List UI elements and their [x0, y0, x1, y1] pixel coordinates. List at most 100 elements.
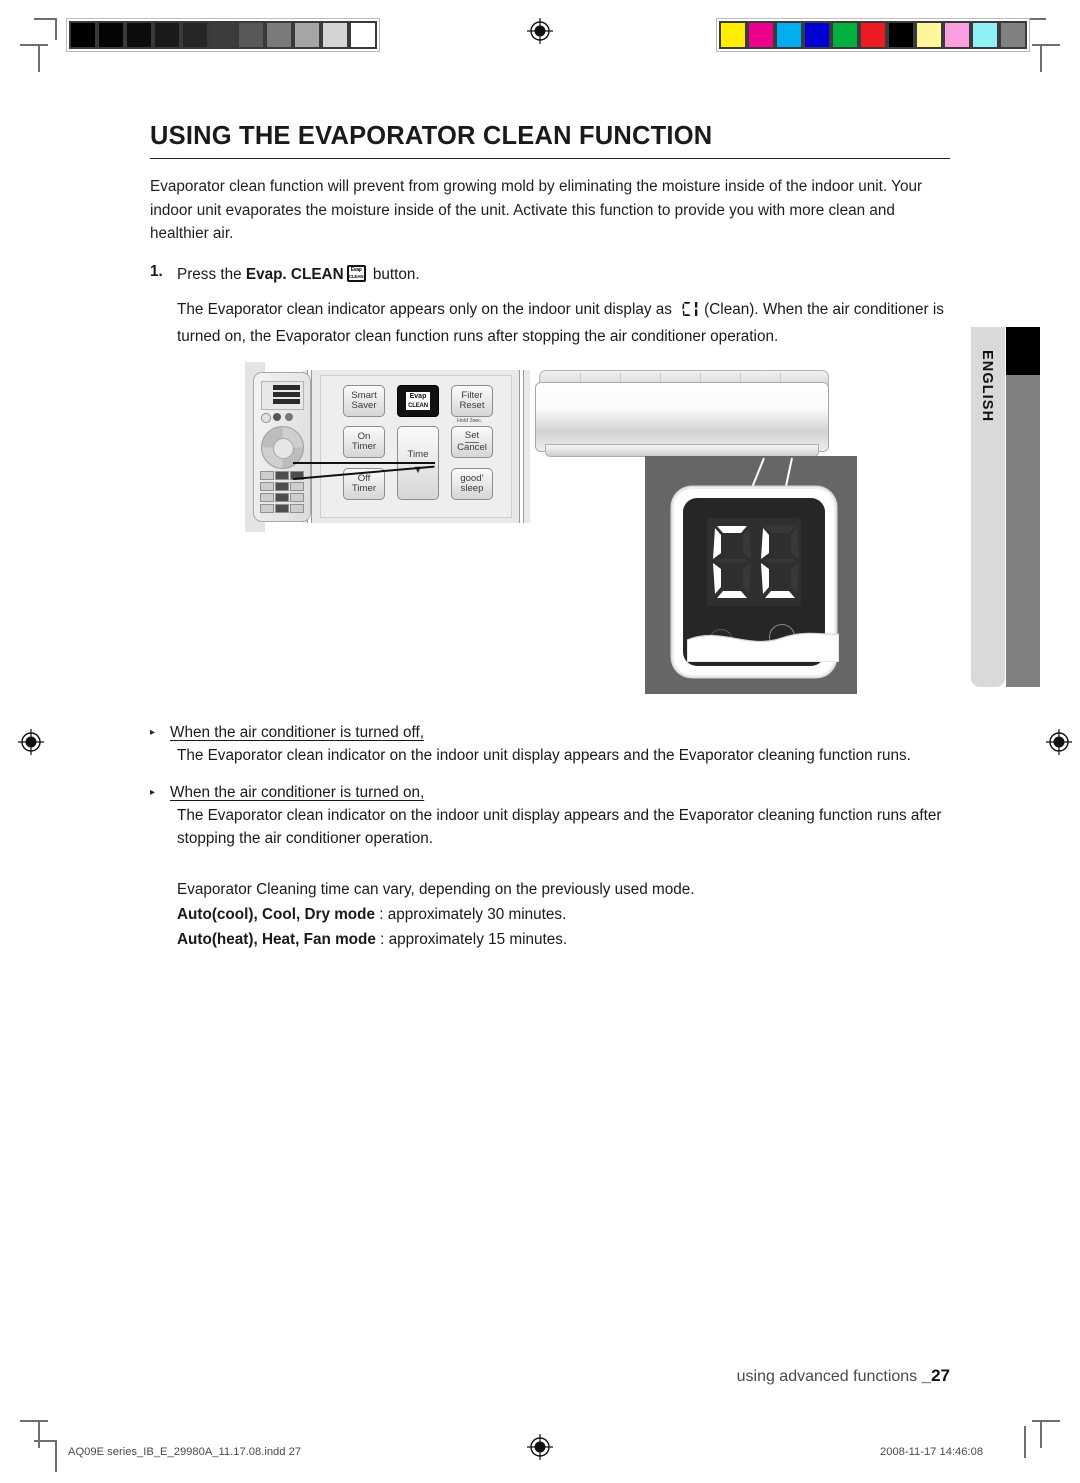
intro-paragraph: Evaporator clean function will prevent f… [150, 178, 923, 242]
remote-control-body [253, 372, 311, 522]
gray-swatch-0 [69, 21, 97, 49]
button-good-sleep[interactable]: good’ sleep [451, 468, 493, 500]
button-filter-reset-line2: Reset [459, 400, 485, 411]
bullet-1-head: ▸ When the air conditioner is turned off… [150, 722, 950, 744]
button-time-line1: Time [407, 449, 429, 461]
gray-swatch-7 [265, 21, 293, 49]
registration-mark-top [525, 16, 555, 46]
hold-3sec-note: Hold 3sec. [457, 418, 483, 424]
crop-mark-tl2-v [38, 44, 40, 72]
footer-section-label: using advanced functions [736, 1368, 922, 1385]
illustration-group: Smart Saver Evap CLEAN Filter Reset Hold… [245, 362, 965, 702]
color-swatch-0 [719, 21, 747, 49]
evap-clean-key-top: Evap [348, 266, 364, 274]
language-tab-label: ENGLISH [979, 350, 995, 423]
color-control-bar [716, 18, 1030, 52]
imprint-timestamp: 2008-11-17 14:46:08 [880, 1446, 984, 1458]
imprint-file-name: AQ09E series_IB_E_29980A_11.17.08.indd 2… [68, 1446, 302, 1458]
step-1: 1. Press the Evap. CLEAN Evap CLEAN button… [150, 263, 950, 287]
gray-swatch-9 [321, 21, 349, 49]
indoor-unit-illustration [527, 362, 857, 694]
step-text: Press the Evap. CLEAN Evap CLEAN button. [177, 263, 420, 287]
button-off-timer-line2: Timer [351, 483, 377, 494]
bullet-2-title: When the air conditioner is turned on, [170, 783, 425, 801]
remote-lcd-screen [261, 381, 304, 410]
cleaning-time-mode-1: Auto(cool), Cool, Dry mode : approximate… [177, 902, 950, 927]
bullet-section: ▸ When the air conditioner is turned off… [150, 722, 950, 851]
crop-mark-tr2-h [1032, 44, 1060, 46]
bullet-arrow-icon: ▸ [150, 786, 156, 798]
callout-line-top [293, 462, 435, 464]
bullet-arrow-icon: ▸ [150, 727, 156, 738]
gray-swatch-1 [97, 21, 125, 49]
cleaning-time-mode-2: Auto(heat), Heat, Fan mode : approximate… [177, 927, 950, 952]
button-set-cancel-line2: Cancel [457, 441, 487, 453]
color-swatch-3 [803, 21, 831, 49]
crop-mark-br-h [1032, 1420, 1060, 1422]
remote-grid-btn[interactable] [290, 503, 304, 513]
display-wave-cover [687, 616, 839, 662]
lcd-bar-2 [273, 392, 300, 397]
display-panel-closeup [672, 487, 839, 677]
button-evap-clean-icon: Evap CLEAN [404, 390, 432, 412]
crop-mark-br2-v [1024, 1426, 1026, 1458]
crop-mark-bl2-v [55, 1440, 57, 1472]
seven-segment-cl-icon [680, 301, 702, 325]
button-filter-reset[interactable]: Filter Reset [451, 385, 493, 417]
footer-page-number: _27 [921, 1366, 950, 1385]
bullet-1-text: The Evaporator clean indicator on the in… [177, 747, 911, 764]
gray-swatch-10 [349, 21, 377, 49]
bullet-2-head: ▸ When the air conditioner is turned on, [150, 782, 950, 804]
button-on-timer-line2: Timer [351, 441, 377, 452]
evap-clean-key-bottom: CLEAN [348, 273, 364, 280]
bullet-1-title: When the air conditioner is turned off, [170, 724, 424, 741]
step-detail-paragraph: The Evaporator clean indicator appears o… [177, 298, 950, 348]
gray-swatch-8 [293, 21, 321, 49]
remote-grid-btn[interactable] [290, 481, 304, 492]
crop-mark-bl2-h [34, 1440, 56, 1442]
side-bar-dark [1006, 327, 1040, 375]
remote-grid-btn[interactable] [260, 481, 274, 492]
remote-grid-btn-highlight[interactable] [275, 492, 289, 503]
color-swatch-9 [971, 21, 999, 49]
color-swatch-10 [999, 21, 1027, 49]
remote-grid-btn[interactable] [290, 492, 304, 503]
button-set-cancel[interactable]: Set Cancel [451, 426, 493, 458]
segment-digits-icon [713, 526, 799, 598]
mode-1-value: : approximately 30 minutes. [375, 905, 567, 923]
crop-mark-br-v [1040, 1420, 1042, 1448]
registration-mark-bottom [525, 1432, 555, 1462]
bullet-2-text: The Evaporator clean indicator on the in… [177, 806, 942, 848]
button-set-cancel-line1: Set [464, 430, 480, 443]
grayscale-step-wedge [66, 18, 380, 52]
remote-indicator-dots [261, 413, 302, 423]
remote-dot-1 [261, 413, 271, 423]
color-swatch-2 [775, 21, 803, 49]
evap-clean-key-icon: Evap CLEAN [346, 264, 366, 282]
display-zoom-callout [645, 456, 857, 694]
remote-grid-btn[interactable] [260, 492, 274, 503]
color-swatch-5 [859, 21, 887, 49]
button-evap-clean[interactable]: Evap CLEAN [397, 385, 439, 417]
remote-grid-btn-highlight[interactable] [275, 503, 289, 513]
indoor-unit-body [535, 370, 829, 462]
color-swatch-1 [747, 21, 775, 49]
gray-swatch-4 [181, 21, 209, 49]
language-tab-english: ENGLISH [971, 327, 1005, 687]
remote-grid-btn[interactable] [260, 503, 274, 513]
button-on-timer[interactable]: On Timer [343, 426, 385, 458]
gray-swatch-3 [153, 21, 181, 49]
remote-grid-btn[interactable] [260, 471, 274, 481]
color-swatch-8 [943, 21, 971, 49]
step-detail-before: The Evaporator clean indicator appears o… [177, 301, 677, 318]
cleaning-time-section: Evaporator Cleaning time can vary, depen… [150, 877, 950, 952]
mode-1-label: Auto(cool), Cool, Dry mode [177, 905, 376, 923]
button-smart-saver[interactable]: Smart Saver [343, 385, 385, 417]
remote-dot-3 [285, 413, 293, 421]
button-good-sleep-line2: sleep [460, 483, 484, 494]
page-title: USING THE EVAPORATOR CLEAN FUNCTION [150, 122, 950, 159]
mode-2-label: Auto(heat), Heat, Fan mode [177, 930, 376, 948]
remote-grid-btn-highlight[interactable] [275, 481, 289, 492]
remote-grid-btn-highlight[interactable] [275, 471, 289, 481]
color-swatch-4 [831, 21, 859, 49]
